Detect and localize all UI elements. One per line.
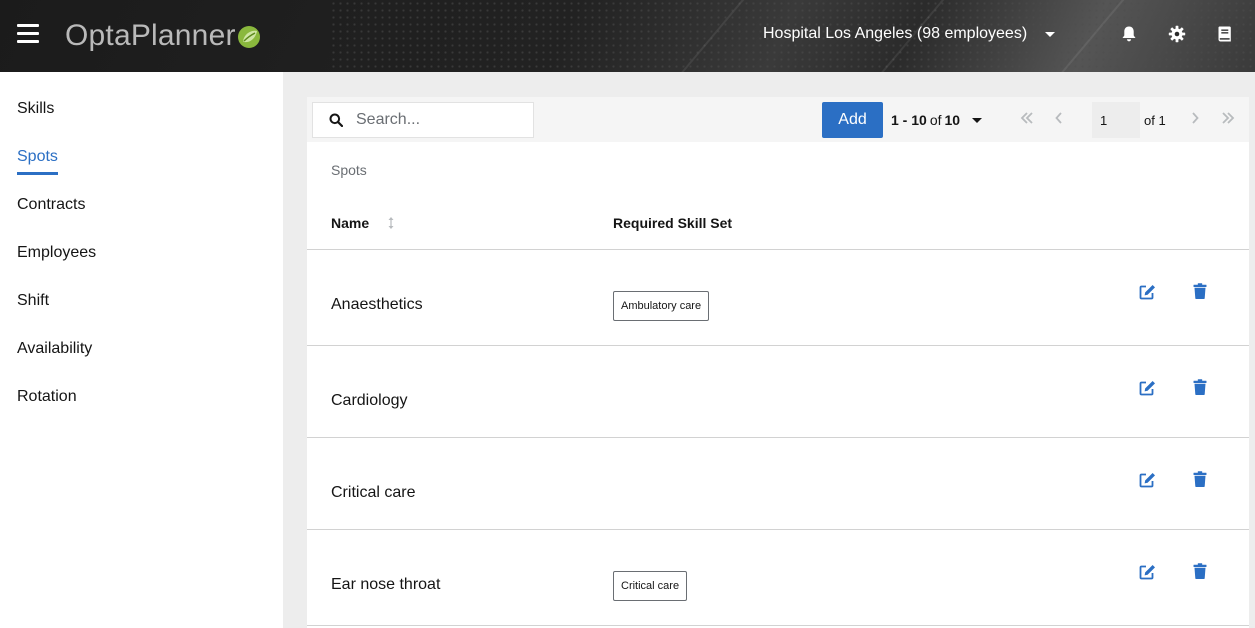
edit-icon[interactable]	[1139, 564, 1156, 580]
skill-chip: Critical care	[613, 571, 688, 601]
gear-icon[interactable]	[1168, 25, 1186, 43]
pagination-total: 10	[944, 112, 961, 128]
trash-icon[interactable]	[1193, 563, 1207, 579]
next-page-icon[interactable]	[1191, 112, 1199, 124]
search-box	[312, 102, 534, 138]
column-header-required-skill-set[interactable]: Required Skill Set	[613, 215, 732, 231]
page-count-label: of 1	[1144, 113, 1166, 128]
menu-icon[interactable]	[17, 24, 39, 46]
trash-icon[interactable]	[1193, 379, 1207, 395]
edit-icon[interactable]	[1139, 472, 1156, 488]
sidebar-item-skills[interactable]: Skills	[17, 100, 54, 118]
table-row: Ear nose throat Critical care	[307, 530, 1249, 626]
top-header: OptaPlanner Hospital Los Angeles (98 emp…	[0, 0, 1255, 72]
sidebar-item-spots[interactable]: Spots	[17, 148, 58, 175]
last-page-icon[interactable]	[1221, 112, 1235, 124]
pagination-of-label: of	[929, 112, 942, 128]
sidebar-item-availability[interactable]: Availability	[17, 340, 92, 358]
app-logo[interactable]: OptaPlanner	[65, 16, 262, 56]
skill-chip: Ambulatory care	[613, 291, 710, 321]
add-button[interactable]: Add	[822, 102, 883, 138]
tenant-label: Hospital Los Angeles (98 employees)	[763, 25, 1028, 42]
table-caption: Spots	[331, 162, 367, 178]
table-row: Critical care	[307, 438, 1249, 530]
previous-page-icon[interactable]	[1055, 112, 1063, 124]
book-icon[interactable]	[1216, 25, 1234, 43]
trash-icon[interactable]	[1193, 283, 1207, 299]
table-row: Anaesthetics Ambulatory care	[307, 250, 1249, 346]
bell-icon[interactable]	[1120, 25, 1138, 43]
chevron-down-icon	[1045, 31, 1056, 37]
spot-name: Ear nose throat	[331, 576, 441, 593]
logo-text: OptaPlanner	[65, 19, 236, 52]
spot-name: Anaesthetics	[331, 296, 423, 313]
sort-icon[interactable]	[387, 216, 395, 230]
spots-table: Spots Name Required Skill Set Anaestheti…	[307, 142, 1249, 628]
sidebar-item-employees[interactable]: Employees	[17, 244, 96, 262]
search-input[interactable]	[356, 111, 516, 129]
pagination-range: 1 - 10	[891, 112, 927, 128]
trash-icon[interactable]	[1193, 471, 1207, 487]
column-header-name[interactable]: Name	[331, 215, 369, 231]
spot-name: Cardiology	[331, 392, 408, 409]
sidebar-item-shift[interactable]: Shift	[17, 292, 49, 310]
table-row: Cardiology	[307, 346, 1249, 438]
sidebar-item-contracts[interactable]: Contracts	[17, 196, 85, 214]
search-icon	[329, 113, 343, 127]
edit-icon[interactable]	[1139, 284, 1156, 300]
sidebar-item-rotation[interactable]: Rotation	[17, 388, 77, 406]
pagination-range-dropdown[interactable]: 1 - 10 of 10	[891, 112, 983, 128]
edit-icon[interactable]	[1139, 380, 1156, 396]
chevron-down-icon	[972, 117, 983, 123]
first-page-icon[interactable]	[1020, 112, 1034, 124]
page-number-input[interactable]	[1092, 102, 1140, 138]
sidebar: Skills Spots Contracts Employees Shift A…	[0, 72, 283, 628]
spot-name: Critical care	[331, 484, 416, 501]
logo-leaf-icon	[237, 26, 260, 48]
table-toolbar: Add 1 - 10 of 10 of 1	[307, 97, 1249, 142]
tenant-selector[interactable]: Hospital Los Angeles (98 employees)	[763, 25, 1056, 43]
